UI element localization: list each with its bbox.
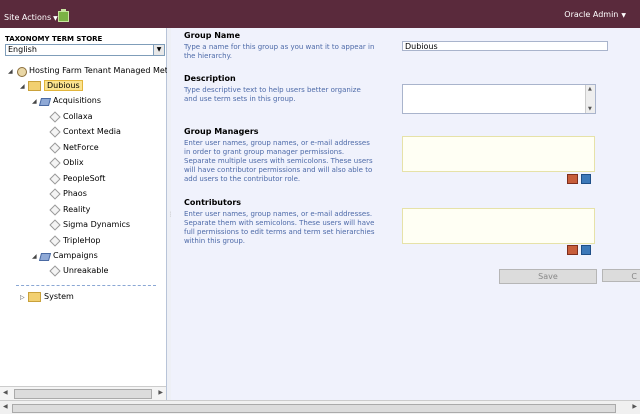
contributors-actions: [567, 245, 591, 255]
term-icon: [50, 236, 59, 245]
group-name-field[interactable]: Dubious: [402, 41, 608, 51]
scrollbar-thumb[interactable]: [12, 404, 616, 413]
tree-term-label: PeopleSoft: [63, 174, 106, 183]
description-section: Description Type descriptive text to hel…: [184, 74, 376, 104]
tree-term[interactable]: Phaos: [50, 188, 87, 200]
tree-termset-label: Acquisitions: [53, 96, 101, 105]
page-horizontal-scrollbar[interactable]: ◀ ▶: [0, 400, 640, 414]
description-desc: Type descriptive text to help users bett…: [184, 86, 361, 103]
tree-term[interactable]: NetForce: [50, 142, 99, 154]
left-horizontal-scrollbar[interactable]: ◀ ▶: [0, 386, 166, 400]
tree-term-label: Collaxa: [63, 112, 93, 121]
top-bar: Site Actions ▼ Oracle Admin ▼: [0, 0, 640, 28]
collapse-icon[interactable]: ◢: [8, 66, 16, 78]
description-title: Description: [184, 74, 236, 83]
term-set-icon: [40, 96, 50, 106]
scroll-left-icon[interactable]: ◀: [3, 403, 8, 410]
scroll-left-icon[interactable]: ◀: [3, 389, 8, 396]
user-name: Oracle Admin: [564, 10, 619, 19]
tree-group-label: System: [44, 292, 74, 301]
tree-root-label: Hosting Farm Tenant Managed Meta: [29, 66, 173, 75]
contributors-title: Contributors: [184, 198, 242, 207]
group-folder-icon: [28, 80, 41, 91]
tree-term[interactable]: TripleHop: [50, 235, 100, 247]
tree-divider: [16, 285, 156, 286]
term-icon: [50, 220, 59, 229]
term-set-icon: [40, 251, 50, 261]
tree-term-label: Phaos: [63, 189, 87, 198]
group-managers-section: Group Managers Enter user names, group n…: [184, 127, 376, 184]
tree-term[interactable]: Context Media: [50, 126, 121, 138]
scroll-right-icon[interactable]: ▶: [158, 389, 163, 396]
chevron-down-icon: ▼: [621, 12, 626, 19]
contributors-section: Contributors Enter user names, group nam…: [184, 198, 376, 246]
tree-group-dubious[interactable]: ◢ Dubious: [20, 80, 83, 92]
group-name-title: Group Name: [184, 31, 241, 40]
term-icon: [50, 112, 59, 121]
site-actions-menu[interactable]: Site Actions ▼: [4, 13, 58, 22]
description-field[interactable]: ▲ ▼: [402, 84, 596, 114]
tree-term[interactable]: Sigma Dynamics: [50, 219, 130, 231]
chevron-down-icon[interactable]: ▼: [153, 45, 164, 55]
user-menu[interactable]: Oracle Admin ▼: [564, 10, 626, 19]
collapse-icon[interactable]: ◢: [20, 81, 28, 93]
term-store-icon: [16, 66, 27, 77]
tree-term[interactable]: Unreakable: [50, 265, 108, 277]
scrollbar-thumb[interactable]: [14, 389, 152, 399]
description-scrollbar[interactable]: ▲ ▼: [585, 85, 595, 113]
expand-icon[interactable]: ▷: [20, 292, 28, 304]
tree-termset-acquisitions[interactable]: ◢ Acquisitions: [32, 95, 101, 107]
tree-term-label: Context Media: [63, 127, 121, 136]
tree-term-label: NetForce: [63, 143, 99, 152]
tree-term[interactable]: Collaxa: [50, 111, 92, 123]
group-name-section: Group Name Type a name for this group as…: [184, 31, 376, 61]
term-icon: [50, 143, 59, 152]
language-select[interactable]: English ▼: [5, 44, 165, 56]
scroll-up-icon[interactable]: ▲: [588, 86, 592, 92]
tree-term-label: Oblix: [63, 158, 84, 167]
group-managers-title: Group Managers: [184, 127, 259, 136]
scroll-down-icon[interactable]: ▼: [588, 106, 592, 112]
tree-term-label: Sigma Dynamics: [63, 220, 131, 229]
term-icon: [50, 158, 59, 167]
group-name-desc: Type a name for this group as you want i…: [184, 43, 375, 60]
tree-group-label: Dubious: [44, 80, 83, 91]
contributors-desc: Enter user names, group names, or e-mail…: [184, 210, 375, 245]
term-icon: [50, 127, 59, 136]
navigate-up-icon[interactable]: [58, 9, 69, 22]
term-icon: [50, 266, 59, 275]
term-store-title: TAXONOMY TERM STORE: [5, 35, 103, 43]
group-properties-panel: Group Name Type a name for this group as…: [171, 28, 640, 400]
tree-group-system[interactable]: ▷ System: [20, 291, 74, 303]
group-managers-actions: [567, 174, 591, 184]
tree-root[interactable]: ◢ Hosting Farm Tenant Managed Meta: [8, 65, 173, 77]
term-icon: [50, 189, 59, 198]
tree-termset-label: Campaigns: [53, 251, 98, 260]
term-icon: [50, 174, 59, 183]
language-value: English: [8, 45, 37, 54]
check-names-icon[interactable]: [567, 245, 578, 255]
tree-term-label: TripleHop: [63, 236, 101, 245]
group-folder-icon: [28, 291, 41, 302]
term-icon: [50, 205, 59, 214]
check-names-icon[interactable]: [567, 174, 578, 184]
save-button[interactable]: Save: [499, 269, 597, 284]
tree-term[interactable]: Reality: [50, 204, 90, 216]
tree-termset-campaigns[interactable]: ◢ Campaigns: [32, 250, 98, 262]
tree-term-label: Unreakable: [63, 266, 109, 275]
term-store-panel: TAXONOMY TERM STORE English ▼ ◢ Hosting F…: [0, 28, 173, 400]
browse-address-book-icon[interactable]: [581, 245, 591, 255]
scroll-right-icon[interactable]: ▶: [632, 403, 637, 410]
contributors-field[interactable]: [402, 208, 595, 244]
group-managers-desc: Enter user names, group names, or e-mail…: [184, 139, 373, 183]
site-actions-label: Site Actions: [4, 13, 52, 22]
tree-term[interactable]: Oblix: [50, 157, 84, 169]
browse-address-book-icon[interactable]: [581, 174, 591, 184]
cancel-button[interactable]: C: [602, 269, 640, 282]
tree-term[interactable]: PeopleSoft: [50, 173, 105, 185]
tree-term-label: Reality: [63, 205, 91, 214]
group-managers-field[interactable]: [402, 136, 595, 172]
